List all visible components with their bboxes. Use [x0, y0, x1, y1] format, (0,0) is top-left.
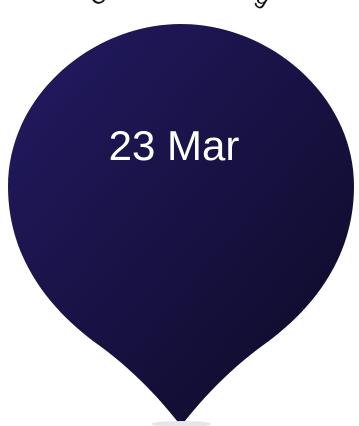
- pin-tip-shadow: [151, 421, 211, 426]
- pin-arc-label-path: CCE Event Timing: [85, 0, 276, 11]
- pin-shape: [8, 24, 354, 426]
- pin-date-label: 23 Mar: [109, 122, 240, 169]
- pin-arc-label: CCE Event Timing: [85, 0, 276, 11]
- event-date-pin: CCE Event Timing 23 Mar: [8, 0, 354, 426]
